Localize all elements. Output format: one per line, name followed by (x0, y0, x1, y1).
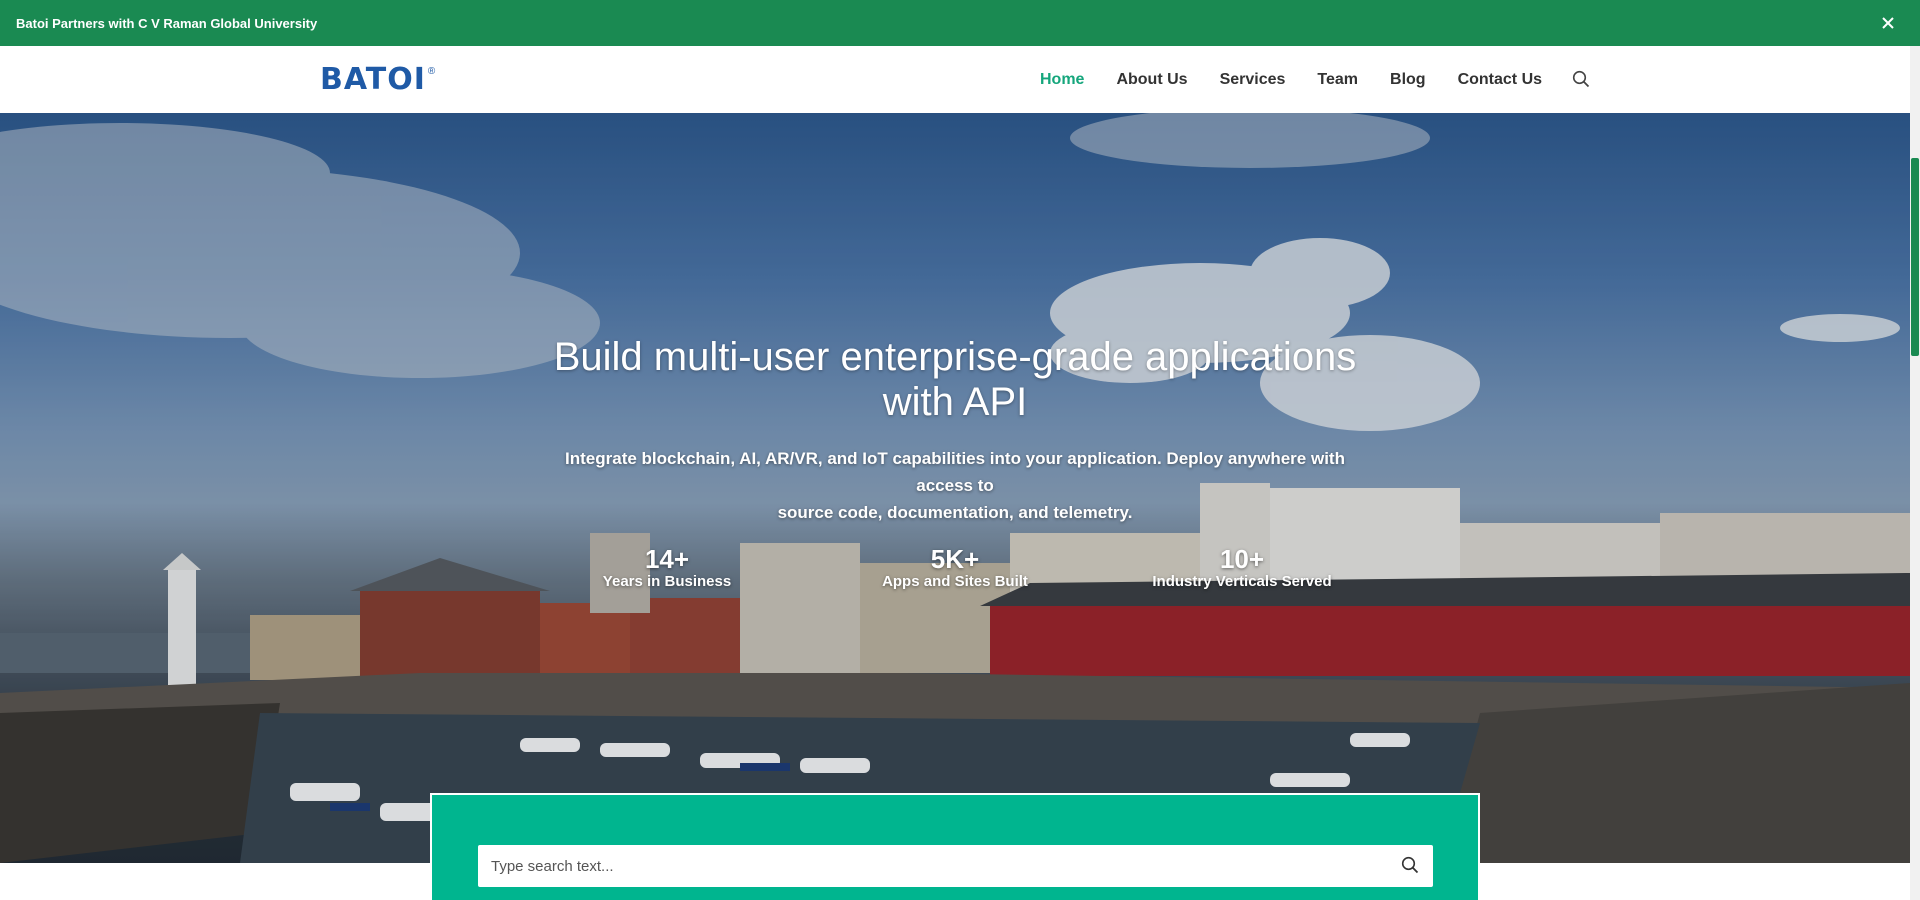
logo-text: BATOI (320, 62, 426, 97)
nav-contact-us[interactable]: Contact Us (1458, 71, 1542, 89)
stat-apps: 5K+ Apps and Sites Built (845, 545, 1065, 591)
nav-blog[interactable]: Blog (1390, 71, 1426, 89)
stat-value: 10+ (1219, 544, 1265, 574)
hero-title: Build multi-user enterprise-grade applic… (0, 335, 1910, 425)
search-icon[interactable] (1572, 70, 1592, 90)
search-box (478, 845, 1433, 887)
hero-subtitle: Integrate blockchain, AI, AR/VR, and IoT… (540, 445, 1370, 526)
stat-value: 14+ (644, 544, 690, 574)
close-icon[interactable] (1876, 11, 1900, 35)
site-header: BATOI ® Home About Us Services Team Blog… (0, 46, 1910, 113)
nav-home[interactable]: Home (1040, 71, 1084, 89)
hero-title-line-1: Build multi-user enterprise-grade applic… (553, 335, 1357, 379)
nav-about-us[interactable]: About Us (1116, 71, 1187, 89)
scrollbar-thumb[interactable] (1911, 158, 1919, 356)
logo[interactable]: BATOI ® (320, 64, 435, 96)
logo-registered-mark: ® (427, 65, 436, 77)
stat-value: 5K+ (930, 544, 980, 574)
search-input[interactable] (478, 845, 1378, 887)
hero-subtitle-line-1: Integrate blockchain, AI, AR/VR, and IoT… (565, 449, 1345, 495)
main-nav: Home About Us Services Team Blog Contact… (1040, 46, 1592, 113)
announcement-text[interactable]: Batoi Partners with C V Raman Global Uni… (16, 16, 317, 31)
page-scrollbar[interactable] (1910, 46, 1920, 900)
hero-subtitle-line-2: source code, documentation, and telemetr… (777, 503, 1133, 522)
hero-title-line-2: with API (882, 380, 1028, 424)
stat-years: 14+ Years in Business (557, 545, 777, 591)
stat-label: Apps and Sites Built (882, 573, 1028, 590)
stat-verticals: 10+ Industry Verticals Served (1132, 545, 1352, 591)
nav-team[interactable]: Team (1317, 71, 1358, 89)
stat-label: Industry Verticals Served (1152, 573, 1332, 590)
hero-section: Build multi-user enterprise-grade applic… (0, 113, 1910, 863)
search-panel (430, 793, 1480, 900)
search-submit-icon[interactable] (1401, 856, 1421, 876)
nav-services[interactable]: Services (1220, 71, 1286, 89)
announcement-bar: Batoi Partners with C V Raman Global Uni… (0, 0, 1920, 46)
stat-label: Years in Business (602, 573, 732, 590)
